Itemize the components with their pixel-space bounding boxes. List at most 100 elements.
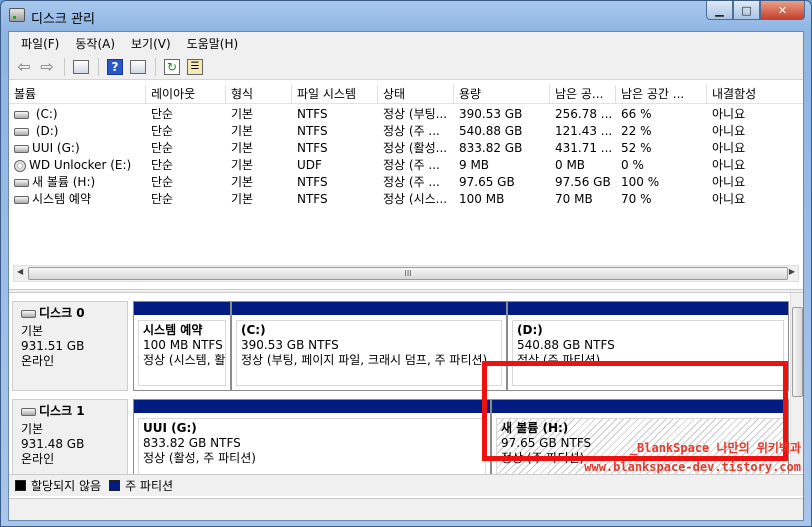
percent-free-cell: 100 % bbox=[621, 175, 660, 189]
status-cell: 정상 (주 ... bbox=[383, 175, 440, 189]
fault-tolerance-cell: 아니요 bbox=[712, 141, 746, 155]
menu-help[interactable]: 도움말(H) bbox=[179, 35, 247, 52]
horizontal-scrollbar[interactable]: ◀ III ▶ bbox=[13, 265, 799, 282]
partition-c[interactable]: (C:) 390.53 GB NTFS 정상 (부팅, 페이지 파일, 크래시 … bbox=[231, 301, 507, 391]
partition-status: 정상 (활성, 주 파티션) bbox=[143, 451, 256, 465]
arrow-left-icon: ⇦ bbox=[17, 57, 31, 76]
action-pane-icon bbox=[130, 59, 146, 74]
disk-management-icon bbox=[9, 8, 25, 22]
fault-tolerance-cell: 아니요 bbox=[712, 124, 746, 138]
partition-d[interactable]: (D:) 540.88 GB NTFS 정상 (주 파티션) bbox=[507, 301, 789, 391]
partition-info: (D:) 540.88 GB NTFS 정상 (주 파티션) bbox=[512, 320, 784, 386]
column-header-fault-tolerance[interactable]: 내결함성 bbox=[707, 85, 803, 104]
disk-icon bbox=[14, 178, 29, 187]
disk-icon bbox=[21, 309, 36, 318]
disk-icon bbox=[14, 195, 29, 204]
caption-buttons: ▁ □ ✕ bbox=[706, 1, 805, 21]
type-cell: 기본 bbox=[231, 141, 254, 155]
volume-row[interactable]: 시스템 예약 단순 기본 NTFS 정상 (시스... 100 MB 70 MB… bbox=[9, 191, 803, 208]
title-bar[interactable]: 디스크 관리 ▁ □ ✕ bbox=[1, 1, 811, 31]
volume-row[interactable]: (C:) 단순 기본 NTFS 정상 (부팅... 390.53 GB 256.… bbox=[9, 106, 803, 123]
volume-list: 볼륨 레이아웃 형식 파일 시스템 상태 용량 남은 공... 남은 공간 ..… bbox=[9, 85, 803, 289]
partition-size: 540.88 GB NTFS bbox=[517, 338, 615, 352]
status-cell: 정상 (주 ... bbox=[383, 158, 440, 172]
legend: 할당되지 않음 주 파티션 bbox=[9, 474, 803, 496]
type-cell: 기본 bbox=[231, 158, 254, 172]
toolbar-separator bbox=[64, 57, 65, 76]
menu-view[interactable]: 보기(V) bbox=[123, 35, 179, 52]
fault-tolerance-cell: 아니요 bbox=[712, 175, 746, 189]
partition-name: (D:) bbox=[517, 323, 543, 337]
scrollbar-thumb[interactable]: III bbox=[28, 267, 788, 280]
volume-name-cell: WD Unlocker (E:) bbox=[9, 157, 146, 174]
console-tree-button[interactable] bbox=[70, 57, 92, 77]
scroll-right-icon[interactable]: ▶ bbox=[789, 267, 795, 276]
file-system-cell: UDF bbox=[297, 158, 322, 172]
refresh-icon: ↻ bbox=[164, 58, 180, 75]
free-space-cell: 0 MB bbox=[555, 158, 586, 172]
partition-size: 390.53 GB NTFS bbox=[241, 338, 339, 352]
console-tree-icon bbox=[73, 59, 89, 74]
close-button[interactable]: ✕ bbox=[760, 1, 805, 20]
volume-row[interactable]: UUI (G:) 단순 기본 NTFS 정상 (활성... 833.82 GB … bbox=[9, 140, 803, 157]
unallocated-swatch bbox=[15, 480, 26, 491]
arrow-right-icon: ⇨ bbox=[40, 57, 54, 76]
column-header-volume[interactable]: 볼륨 bbox=[9, 85, 146, 104]
disk-status: 온라인 bbox=[21, 354, 55, 368]
maximize-button[interactable]: □ bbox=[733, 1, 760, 20]
disk-name: 디스크 0 bbox=[21, 306, 119, 321]
free-space-cell: 97.56 GB bbox=[555, 175, 611, 189]
type-cell: 기본 bbox=[231, 124, 254, 138]
menu-file[interactable]: 파일(F) bbox=[13, 35, 67, 52]
disk-size: 931.48 GB bbox=[21, 437, 85, 451]
percent-free-cell: 70 % bbox=[621, 192, 652, 206]
properties-button[interactable]: ☰ bbox=[184, 57, 206, 77]
layout-cell: 단순 bbox=[151, 107, 174, 121]
minimize-button[interactable]: ▁ bbox=[706, 1, 733, 20]
action-pane-button[interactable] bbox=[127, 57, 149, 77]
fault-tolerance-cell: 아니요 bbox=[712, 158, 746, 172]
back-button[interactable]: ⇦ bbox=[13, 57, 35, 77]
column-header-file-system[interactable]: 파일 시스템 bbox=[292, 85, 378, 104]
status-cell: 정상 (활성... bbox=[383, 141, 448, 155]
column-header-type[interactable]: 형식 bbox=[226, 85, 292, 104]
column-header-layout[interactable]: 레이아웃 bbox=[146, 85, 226, 104]
column-header-free-space[interactable]: 남은 공... bbox=[550, 85, 616, 104]
capacity-cell: 833.82 GB bbox=[459, 141, 523, 155]
cd-drive-icon bbox=[14, 159, 26, 172]
volume-row[interactable]: WD Unlocker (E:) 단순 기본 UDF 정상 (주 ... 9 M… bbox=[9, 157, 803, 174]
file-system-cell: NTFS bbox=[297, 175, 328, 189]
menu-action[interactable]: 동작(A) bbox=[67, 35, 123, 52]
menu-bar: 파일(F) 동작(A) 보기(V) 도움말(H) bbox=[9, 32, 803, 54]
scroll-left-icon[interactable]: ◀ bbox=[17, 267, 23, 276]
volume-name-cell: 새 볼륨 (H:) bbox=[9, 174, 146, 191]
help-button[interactable]: ? bbox=[104, 57, 126, 77]
watermark: _BlankSpace 나만의 위키백과 www.blankspace-dev.… bbox=[584, 439, 801, 477]
volume-row[interactable]: 새 볼륨 (H:) 단순 기본 NTFS 정상 (주 ... 97.65 GB … bbox=[9, 174, 803, 191]
disk-name: 디스크 1 bbox=[21, 404, 119, 419]
file-system-cell: NTFS bbox=[297, 192, 328, 206]
volume-row[interactable]: (D:) 단순 기본 NTFS 정상 (주 ... 540.88 GB 121.… bbox=[9, 123, 803, 140]
partition-name: 시스템 예약 bbox=[143, 323, 203, 337]
primary-partition-bar bbox=[134, 302, 230, 315]
free-space-cell: 431.71 ... bbox=[555, 141, 613, 155]
volume-name-cell: (D:) bbox=[9, 123, 146, 140]
legend-primary-partition: 주 파티션 bbox=[125, 479, 174, 493]
column-header-percent-free[interactable]: 남은 공간 ... bbox=[616, 85, 707, 104]
percent-free-cell: 66 % bbox=[621, 107, 652, 121]
refresh-button[interactable]: ↻ bbox=[161, 57, 183, 77]
help-icon: ? bbox=[107, 58, 123, 75]
status-bar bbox=[9, 498, 803, 520]
disk-0-label[interactable]: 디스크 0 기본 931.51 GB 온라인 bbox=[12, 301, 128, 391]
disk-icon bbox=[14, 144, 29, 153]
column-header-capacity[interactable]: 용량 bbox=[454, 85, 550, 104]
capacity-cell: 97.65 GB bbox=[459, 175, 515, 189]
scrollbar-thumb[interactable] bbox=[792, 307, 803, 397]
column-header-status[interactable]: 상태 bbox=[378, 85, 454, 104]
partition-system-reserved[interactable]: 시스템 예약 100 MB NTFS 정상 (시스템, 활 bbox=[133, 301, 231, 391]
window-title: 디스크 관리 bbox=[31, 12, 95, 27]
toolbar: ⇦ ⇨ ? ↻ ☰ bbox=[9, 54, 803, 80]
forward-button[interactable]: ⇨ bbox=[36, 57, 58, 77]
disk-icon bbox=[14, 110, 29, 119]
properties-icon: ☰ bbox=[187, 58, 203, 75]
